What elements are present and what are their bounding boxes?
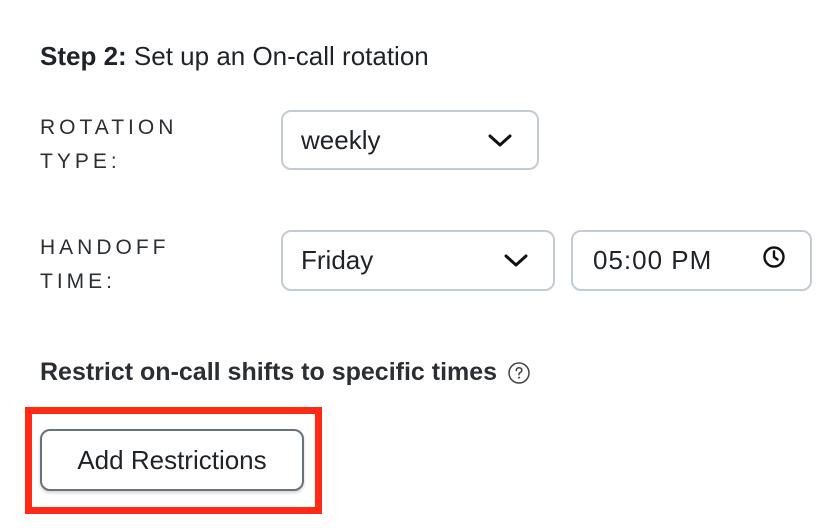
handoff-time-label-line2: TIME: bbox=[40, 270, 116, 293]
clock-icon[interactable] bbox=[762, 245, 786, 276]
handoff-day-select[interactable]: Friday bbox=[281, 230, 555, 291]
step-number: Step 2: bbox=[40, 41, 127, 71]
add-restrictions-button[interactable]: Add Restrictions bbox=[40, 429, 304, 491]
rotation-type-select[interactable]: weekly bbox=[281, 110, 539, 170]
step-title: Set up an On-call rotation bbox=[133, 41, 429, 71]
restrictions-label: Restrict on-call shifts to specific time… bbox=[40, 358, 498, 386]
rotation-type-label-line1: ROTATION bbox=[40, 116, 178, 139]
handoff-time-value: 05:00 PM bbox=[593, 245, 713, 275]
rotation-type-label: ROTATION TYPE: bbox=[40, 111, 177, 179]
help-circle-icon[interactable] bbox=[507, 361, 531, 385]
rotation-type-label-line2: TYPE: bbox=[40, 150, 121, 173]
step-heading: Step 2: Set up an On-call rotation bbox=[40, 38, 429, 74]
chevron-down-icon bbox=[487, 125, 513, 156]
handoff-time-input[interactable]: 05:00 PM bbox=[571, 230, 812, 291]
rotation-type-value: weekly bbox=[301, 124, 381, 155]
restrictions-row: Restrict on-call shifts to specific time… bbox=[40, 358, 531, 387]
handoff-day-value: Friday bbox=[301, 245, 374, 275]
chevron-down-icon bbox=[503, 245, 529, 276]
handoff-time-label: HANDOFF TIME: bbox=[40, 231, 170, 299]
handoff-time-label-line1: HANDOFF bbox=[40, 236, 170, 259]
